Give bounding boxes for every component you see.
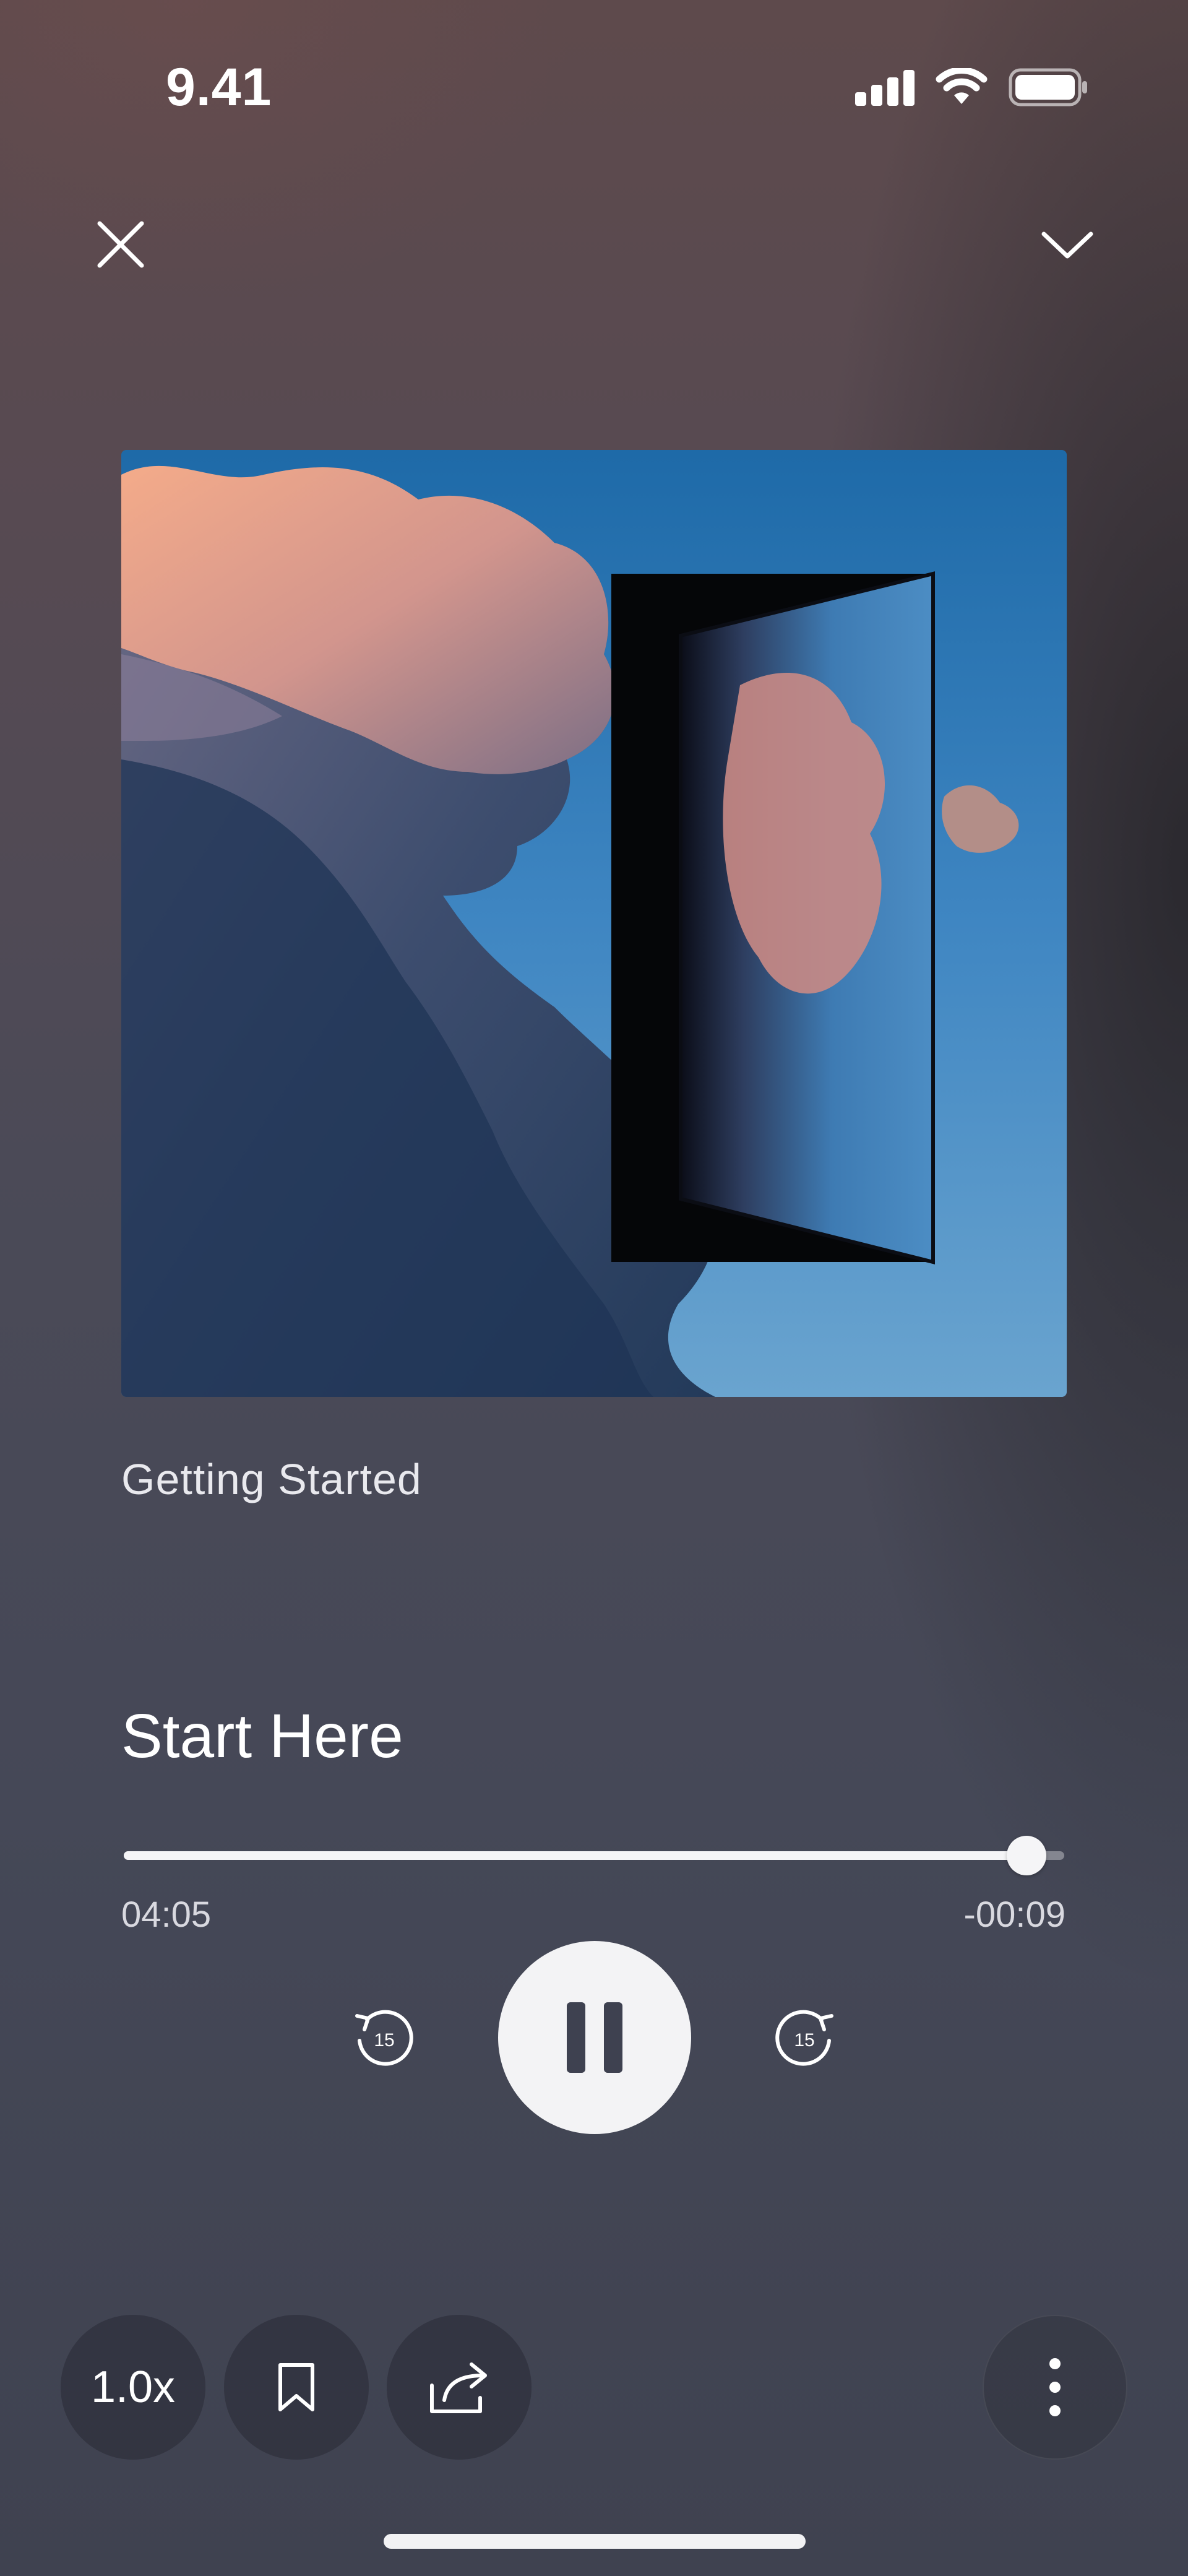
chevron-down-icon (1041, 231, 1093, 259)
cellular-signal-icon (855, 69, 915, 106)
skip-back-15-icon: 15 (355, 2010, 413, 2066)
bookmark-button[interactable] (224, 2315, 369, 2460)
elapsed-time: 04:05 (121, 1895, 212, 1935)
progress-slider[interactable] (124, 1836, 1064, 1875)
bookmark-icon (278, 2363, 314, 2411)
wifi-icon (936, 68, 988, 106)
collection-title: Getting Started (121, 1455, 422, 1503)
episode-artwork (121, 450, 1067, 1397)
skip-forward-seconds: 15 (794, 2030, 814, 2051)
close-icon (97, 221, 144, 268)
pause-button[interactable] (498, 1941, 691, 2134)
status-time: 9.41 (166, 58, 272, 117)
playback-speed-label: 1.0x (90, 2362, 176, 2412)
home-indicator (384, 2534, 806, 2549)
skip-forward-15-icon: 15 (775, 2010, 833, 2066)
remaining-time: -00:09 (963, 1895, 1065, 1935)
skip-forward-button[interactable]: 15 (763, 1993, 850, 2080)
progress-fill (124, 1851, 1027, 1860)
track-title: Start Here (121, 1701, 403, 1771)
share-button[interactable] (387, 2315, 532, 2460)
share-icon (430, 2362, 487, 2413)
skip-back-button[interactable]: 15 (339, 1993, 426, 2080)
pause-icon (567, 2002, 622, 2073)
battery-icon (1009, 68, 1089, 106)
playback-speed-button[interactable]: 1.0x (61, 2315, 205, 2460)
more-vertical-icon (1049, 2358, 1061, 2416)
close-button[interactable] (87, 210, 155, 279)
progress-thumb[interactable] (1007, 1836, 1047, 1875)
status-icons (855, 64, 1089, 110)
skip-back-seconds: 15 (374, 2030, 394, 2051)
more-options-button[interactable] (983, 2315, 1127, 2460)
collapse-button[interactable] (1033, 210, 1101, 279)
